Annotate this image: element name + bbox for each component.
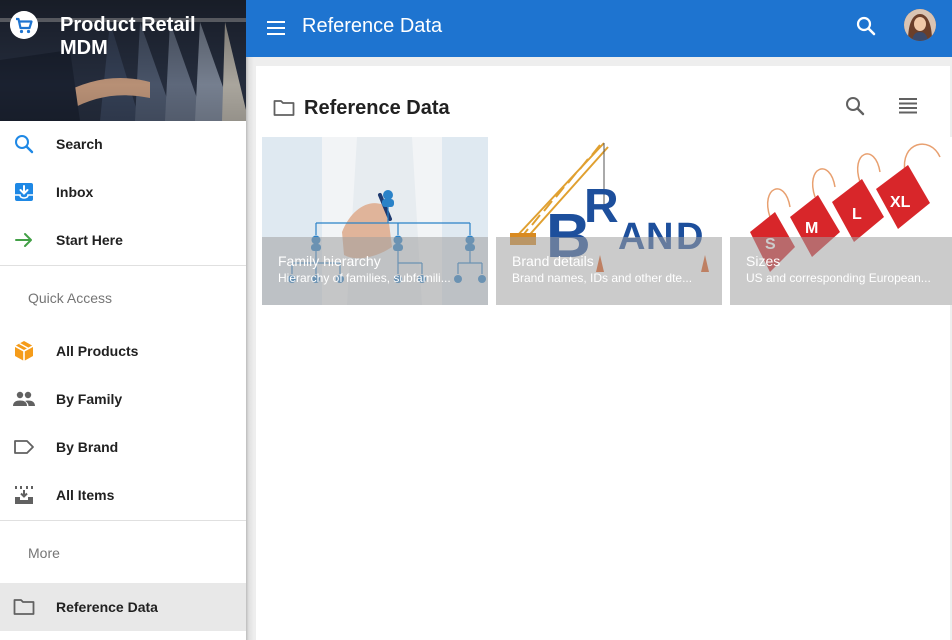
content-card: Reference Data Family hierarchy Hierarch… (256, 66, 952, 640)
tile-sizes[interactable]: S M L XL Sizes US and corresponding Euro… (730, 137, 952, 305)
app-bar: Reference Data (246, 0, 952, 57)
sidebar-item-by-brand[interactable]: By Brand (0, 423, 246, 471)
sidebar: Product Retail MDM Search Inbox Start He… (0, 0, 246, 640)
sidebar-header: Product Retail MDM (0, 0, 246, 121)
svg-text:L: L (852, 206, 862, 223)
menu-icon[interactable] (264, 16, 288, 40)
sidebar-item-label: Reference Data (56, 599, 158, 615)
search-icon (15, 135, 34, 154)
search-icon[interactable] (854, 14, 878, 38)
page-title: Reference Data (302, 15, 443, 37)
sidebar-item-label: Search (56, 136, 103, 152)
tile-title: Sizes (746, 253, 781, 269)
sidebar-item-label: Inbox (56, 184, 94, 200)
divider (0, 520, 246, 521)
tile-subtitle: Hierarchy of families, subfamili... (278, 271, 451, 285)
sidebar-edge (246, 0, 254, 640)
tile-title: Brand details (512, 253, 594, 269)
sidebar-item-all-products[interactable]: All Products (0, 327, 246, 375)
content-title: Reference Data (304, 97, 450, 119)
svg-text:R: R (584, 180, 619, 233)
tile-subtitle: US and corresponding European... (746, 271, 931, 285)
list-view-icon[interactable] (896, 94, 920, 118)
svg-text:XL: XL (890, 194, 911, 211)
cube-icon (14, 341, 34, 361)
quick-access-header: Quick Access (28, 290, 113, 306)
sidebar-item-label: All Products (56, 343, 139, 359)
divider (0, 265, 246, 266)
sidebar-item-all-items[interactable]: All Items (0, 471, 246, 519)
label-icon (14, 440, 34, 454)
sidebar-item-search[interactable]: Search (0, 120, 246, 168)
main-area: Reference Data Family hierarchy Hierarch… (254, 57, 952, 640)
app-title: Product Retail MDM (60, 14, 196, 59)
inbox-icon (15, 183, 33, 201)
sidebar-item-reference-data[interactable]: Reference Data (0, 583, 246, 631)
sidebar-item-start-here[interactable]: Start Here (0, 216, 246, 264)
shopping-cart-logo-icon (10, 11, 38, 39)
svg-text:M: M (805, 220, 818, 237)
folder-icon (13, 599, 35, 615)
tile-family-hierarchy[interactable]: Family hierarchy Hierarchy of families, … (262, 137, 488, 305)
sidebar-item-label: All Items (56, 487, 115, 503)
sidebar-item-label: By Family (56, 391, 123, 407)
people-icon (13, 391, 35, 406)
sidebar-item-label: Start Here (56, 232, 123, 248)
folder-icon (273, 100, 295, 116)
tile-subtitle: Brand names, IDs and other dte... (512, 271, 693, 285)
items-icon (15, 486, 33, 504)
search-icon[interactable] (843, 94, 867, 118)
avatar[interactable] (904, 9, 936, 41)
sidebar-item-by-family[interactable]: By Family (0, 375, 246, 423)
arrow-forward-icon (15, 233, 32, 247)
more-header: More (28, 545, 60, 561)
tile-title: Family hierarchy (278, 253, 381, 269)
sidebar-item-label: By Brand (56, 439, 119, 455)
sidebar-item-inbox[interactable]: Inbox (0, 168, 246, 216)
tile-brand-details[interactable]: B R A N D Brand details Brand names, IDs… (496, 137, 722, 305)
